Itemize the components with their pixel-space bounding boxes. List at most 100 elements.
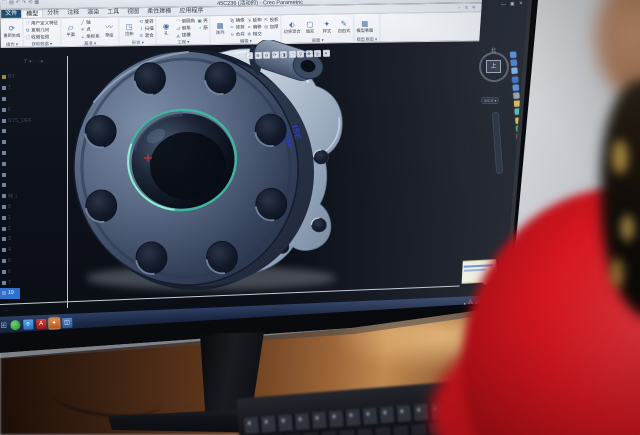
regenerate-icon[interactable]: ⟲	[28, 1, 32, 6]
acad-tool-icon[interactable]	[511, 68, 517, 74]
acad-window-controls[interactable]: — ▣ ✕	[501, 1, 525, 7]
tab-annotate[interactable]: 注释	[63, 9, 83, 17]
viewcube[interactable]: 北 上	[479, 52, 509, 82]
point-icon: ✳	[80, 27, 85, 33]
zoom-in-icon[interactable]: ⊕	[254, 52, 261, 59]
feature-icon	[2, 129, 6, 133]
open-icon[interactable]: 🗀	[2, 1, 7, 6]
draft-icon: ⟁	[176, 33, 181, 38]
tree-item[interactable]: RT	[0, 72, 65, 83]
tree-item[interactable]	[0, 169, 65, 180]
ribbon-button[interactable]: ✦样式	[319, 15, 334, 37]
viewcube-top-face[interactable]: 上	[486, 60, 501, 73]
tree-folder-icon[interactable]: 🗀	[34, 60, 39, 65]
acad-tool-icon[interactable]	[514, 101, 520, 107]
wcs-selector[interactable]: WCS ▾	[481, 97, 499, 104]
tree-item[interactable]	[0, 94, 65, 105]
tree-item[interactable]: T	[0, 83, 65, 94]
tree-item[interactable]: 4	[0, 245, 65, 256]
tab-view[interactable]: 视图	[123, 8, 143, 16]
tree-item[interactable]	[0, 126, 65, 137]
ribbon-button[interactable]: ⟁拔模	[176, 32, 196, 40]
spin-center-icon[interactable]: ◎	[314, 50, 321, 57]
ribbon-button[interactable]: ✎自由式	[336, 15, 351, 37]
ribbon-button[interactable]: ⊍合并	[230, 31, 245, 39]
display-style-icon[interactable]: ◨	[280, 51, 287, 58]
acad-minimize-button[interactable]: —	[501, 2, 508, 7]
tree-item[interactable]	[0, 180, 65, 191]
ribbon-button[interactable]: ▢填充	[302, 16, 317, 38]
tab-model[interactable]: 模型	[21, 9, 43, 17]
tree-item[interactable]: F	[0, 104, 65, 115]
ribbon-button[interactable]: ⟳重新生成	[3, 20, 20, 42]
tree-item[interactable]: 6	[0, 266, 65, 277]
copy-geometry-icon: ⧉	[25, 28, 30, 33]
tree-item-selected[interactable]: 19	[0, 288, 20, 299]
repaint-icon[interactable]: ⟳	[271, 51, 278, 58]
taskbar-item-display-app[interactable]: ◫	[62, 318, 72, 328]
tab-analysis[interactable]: 分析	[43, 9, 63, 17]
acad-tool-icon[interactable]	[512, 76, 518, 82]
3d-model-flange[interactable]: ISE 10049A SCS6	[36, 40, 386, 295]
ribbon-button[interactable]: ⬖边界混合	[284, 16, 301, 38]
ribbon-button[interactable]: ◳拉伸	[122, 18, 137, 40]
ribbon-button[interactable]: ⊞加厚	[264, 23, 279, 31]
redo-icon[interactable]: ↷	[22, 1, 26, 6]
more-icon[interactable]: ▾	[322, 50, 329, 57]
tree-item[interactable]: SYS_DEF	[0, 115, 65, 126]
ribbon-button[interactable]: 〰草绘	[102, 18, 117, 40]
chevron-down-icon[interactable]: ▾	[29, 60, 32, 65]
acad-restore-button[interactable]: ▣	[510, 2, 516, 7]
tree-item[interactable]: 2	[0, 223, 65, 234]
ribbon-button[interactable]: ▱平面	[63, 19, 78, 41]
tree-item[interactable]	[0, 148, 65, 159]
datum-display-icon[interactable]: ⚲	[297, 50, 304, 57]
tree-filter-icon[interactable]: T	[24, 60, 27, 65]
start-button[interactable]: ⊞	[0, 322, 7, 330]
tree-item[interactable]: 3	[0, 234, 65, 245]
taskbar-item-active-app[interactable]: ✦	[49, 318, 59, 328]
ribbon-button[interactable]: ◉孔	[159, 18, 174, 40]
refit-icon[interactable]: ⌕	[246, 52, 253, 59]
tree-item[interactable]: 8	[0, 202, 65, 213]
command-search-icons[interactable]: ⌕ ◎ ⊕	[458, 4, 477, 9]
ribbon-group-label[interactable]: 操作 ▾	[4, 42, 21, 48]
acad-close-button[interactable]: ✕	[519, 1, 525, 6]
acad-scrollbar[interactable]	[492, 112, 503, 174]
acad-tool-icon[interactable]	[513, 92, 519, 98]
ribbon-button[interactable]: ▦阵列	[213, 17, 228, 39]
tree-item[interactable]	[0, 137, 65, 148]
monitor-screen: — ▣ ✕ 北 上 WCS ▾	[0, 0, 540, 340]
taskbar-item-explorer[interactable]: e	[23, 319, 33, 329]
tab-tools[interactable]: 工具	[103, 8, 123, 16]
ribbon-button[interactable]: ⊗相交	[247, 31, 262, 39]
tray-expand-icon[interactable]: ▴	[464, 300, 466, 305]
tab-applications[interactable]: 应用程序	[175, 7, 207, 15]
hole-icon	[2, 248, 6, 252]
freestyle-icon: ✎	[341, 19, 347, 28]
tree-item[interactable]: 1	[0, 212, 65, 223]
chevron-down-icon[interactable]: ▾	[41, 60, 44, 65]
undo-icon[interactable]: ↶	[16, 1, 20, 6]
ribbon-button[interactable]: ▦模型意图	[356, 15, 373, 37]
annotation-display-icon[interactable]: ✥	[305, 50, 312, 57]
tree-item[interactable]: 5	[0, 256, 65, 267]
regenerate-icon: ⟳	[9, 24, 15, 33]
windows-icon[interactable]: ▦	[34, 0, 39, 5]
taskbar-item-green-app[interactable]	[10, 320, 20, 330]
acad-tool-icon[interactable]	[511, 60, 517, 66]
save-icon[interactable]: ▤	[9, 1, 14, 6]
taskbar-item-autocad[interactable]: A	[36, 319, 46, 329]
tree-item[interactable]	[0, 158, 65, 169]
zoom-out-icon[interactable]: ⊖	[263, 52, 270, 59]
acad-tool-icon[interactable]	[513, 84, 519, 90]
ribbon-button[interactable]: ≋混合	[139, 32, 154, 40]
tab-flexible-modeling[interactable]: 柔性建模	[143, 8, 175, 16]
tab-render[interactable]: 渲染	[83, 9, 103, 17]
tree-item[interactable]: 7	[0, 277, 65, 288]
tree-item[interactable]: 伸 1	[0, 191, 65, 202]
acad-tool-icon[interactable]	[510, 52, 516, 58]
saved-orientations-icon[interactable]: 🗁	[288, 51, 295, 58]
tab-file[interactable]: 文件	[1, 10, 21, 18]
ribbon-button[interactable]: ⫞筋	[197, 24, 208, 31]
